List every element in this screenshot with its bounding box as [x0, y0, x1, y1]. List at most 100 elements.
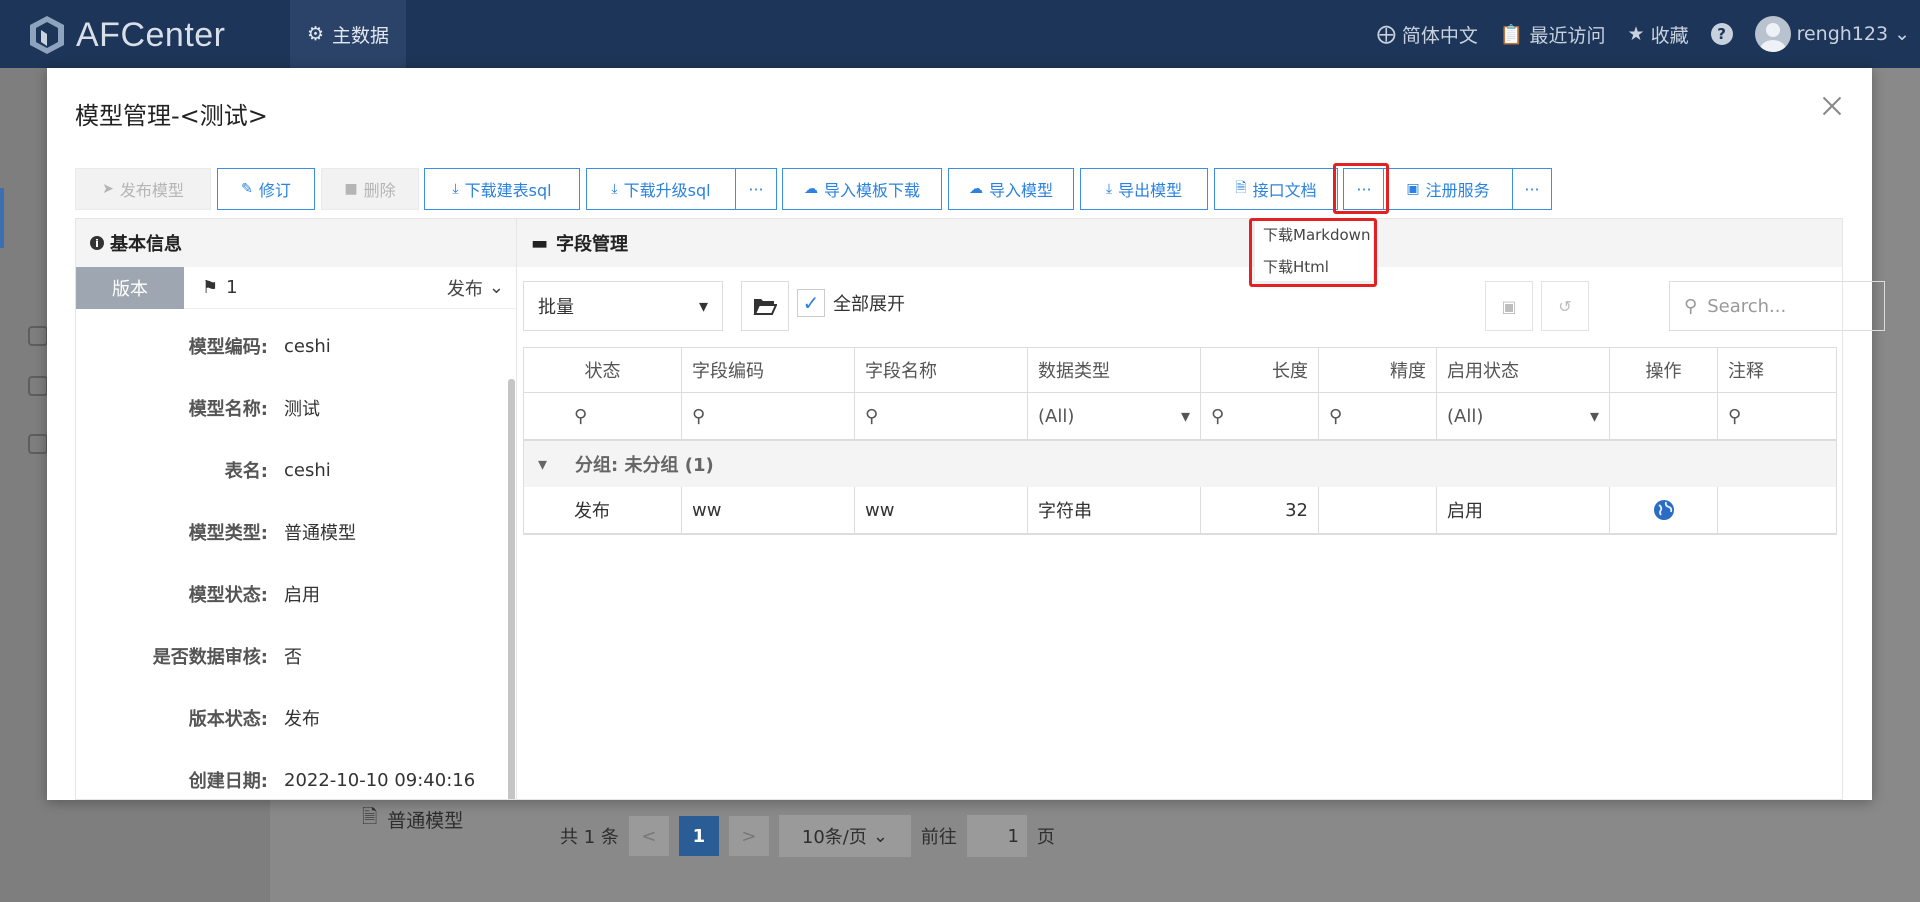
help-icon[interactable]: ? — [1710, 23, 1733, 45]
cell-action — [1610, 487, 1718, 533]
group-row[interactable]: ▾ 分组: 未分组 (1) — [524, 441, 1836, 487]
sliders-icon: ⚙ — [306, 23, 325, 45]
version-row: 版本 ⚑ 1 发布 ⌄ — [76, 266, 516, 309]
folder-open-icon — [753, 299, 777, 315]
column-header[interactable]: 长度 — [1201, 348, 1319, 392]
folder-open-button[interactable] — [741, 281, 789, 331]
field-value: 普通模型 — [284, 523, 356, 544]
table-row[interactable]: 发布 ww ww 字符串 32 启用 — [524, 487, 1836, 534]
download-icon: ⤓ — [1105, 181, 1113, 197]
field-label: 是否数据审核: — [152, 647, 268, 668]
topbar-right: ⨁ 简体中文 📋 最近访问 ★ 收藏 ? rengh123 ⌄ — [1377, 0, 1910, 68]
filter-note[interactable]: ⚲ — [1718, 393, 1836, 439]
favorites-label: 收藏 — [1650, 24, 1689, 47]
language-switcher[interactable]: ⨁ 简体中文 — [1377, 21, 1478, 48]
send-icon: ➤ — [102, 181, 114, 197]
favorites[interactable]: ★ 收藏 — [1628, 21, 1689, 48]
download-icon: ⤓ — [611, 181, 618, 197]
avatar — [1754, 16, 1791, 52]
column-header[interactable]: 字段编码 — [682, 348, 855, 392]
filter-data-type[interactable]: (All) ▾ — [1028, 393, 1201, 439]
download-create-sql-label: 下载建表sql — [464, 181, 552, 200]
nav-master-data[interactable]: ⚙ 主数据 — [290, 0, 406, 68]
column-header[interactable]: 状态 — [524, 348, 682, 392]
undo-button[interactable]: ↺ — [1541, 281, 1589, 331]
download-upgrade-sql-label: 下载升级sql — [623, 181, 711, 200]
column-header[interactable]: 注释 — [1718, 348, 1836, 392]
version-tab[interactable]: 版本 — [76, 266, 184, 309]
column-header[interactable]: 字段名称 — [855, 348, 1028, 392]
close-icon[interactable] — [1820, 94, 1844, 118]
pager-prev-button[interactable]: < — [628, 816, 669, 856]
checkbox-checked-icon[interactable]: ✓ — [797, 289, 825, 317]
pager-next-button[interactable]: > — [728, 816, 769, 856]
column-header[interactable]: 启用状态 — [1437, 348, 1610, 392]
pagination: 共 1 条 < 1 > 10条/页 ⌄ 前往 1 页 — [560, 815, 1055, 857]
logo-icon — [30, 16, 64, 54]
username: rengh123 — [1796, 23, 1889, 45]
undo-icon: ↺ — [1558, 296, 1572, 316]
field-label: 模型类型: — [188, 523, 268, 544]
flag-icon: ⚑ — [202, 277, 219, 298]
pager-goto-input[interactable]: 1 — [966, 815, 1027, 857]
field-row: 模型编码: ceshi — [76, 315, 516, 377]
batch-select[interactable]: 批量 ▾ — [523, 281, 723, 331]
field-value: 发布 — [284, 709, 320, 730]
save-button[interactable]: ▣ — [1485, 281, 1533, 331]
column-header[interactable]: 数据类型 — [1028, 348, 1201, 392]
filter-precision[interactable]: ⚲ — [1319, 393, 1437, 439]
left-panel-scrollbar[interactable] — [508, 379, 515, 799]
user-menu[interactable]: rengh123 ⌄ — [1754, 16, 1910, 52]
filter-name[interactable]: ⚲ — [855, 393, 1028, 439]
more-service-button[interactable]: ··· — [1512, 168, 1552, 210]
chevron-down-icon: ⌄ — [1894, 23, 1910, 45]
more-sql-button[interactable]: ··· — [735, 168, 777, 210]
api-doc-button[interactable]: 🗎 接口文档 — [1214, 168, 1338, 210]
search-icon: ⚲ — [574, 405, 588, 427]
filter-status[interactable]: ⚲ — [524, 393, 682, 439]
search-icon: ⚲ — [1684, 295, 1698, 317]
search-icon: ⚲ — [692, 405, 706, 427]
register-service-button[interactable]: ▣ 注册服务 — [1383, 168, 1513, 210]
publish-model-button[interactable]: ➤ 发布模型 — [75, 168, 211, 210]
filter-code[interactable]: ⚲ — [682, 393, 855, 439]
publish-model-label: 发布模型 — [119, 181, 184, 200]
search-icon: ⚲ — [865, 405, 879, 427]
version-status-value: 发布 — [446, 278, 483, 300]
delete-button[interactable]: ■ 删除 — [321, 168, 419, 210]
cloud-upload-icon: ☁ — [803, 181, 818, 197]
field-value: 否 — [284, 647, 302, 668]
grid-filter-row: ⚲ ⚲ ⚲ (All) ▾ ⚲ ⚲ (All) ▾ ⚲ — [524, 393, 1836, 441]
search-icon: ⚲ — [1211, 405, 1225, 427]
globe-icon[interactable] — [1653, 499, 1675, 521]
save-icon: ▣ — [1501, 296, 1517, 316]
field-label: 模型编码: — [188, 337, 268, 358]
pager-size-select[interactable]: 10条/页 ⌄ — [778, 815, 911, 857]
cell-code: ww — [682, 487, 855, 533]
filter-length[interactable]: ⚲ — [1201, 393, 1319, 439]
cell-status: 发布 — [524, 487, 682, 533]
column-header[interactable]: 精度 — [1319, 348, 1437, 392]
search-input[interactable]: ⚲ Search... — [1669, 281, 1885, 331]
version-status-select[interactable]: 发布 ⌄ — [447, 275, 516, 301]
export-model-button[interactable]: ⤓ 导出模型 — [1080, 168, 1208, 210]
recent-visits[interactable]: 📋 最近访问 — [1500, 21, 1606, 48]
import-template-download-button[interactable]: ☁ 导入模板下载 — [782, 168, 942, 210]
dialog-title: 模型管理-<测试> — [75, 102, 268, 130]
caret-down-icon: ▾ — [1589, 405, 1599, 427]
pager-total: 共 1 条 — [560, 827, 619, 848]
expand-all-toggle[interactable]: ✓ 全部展开 — [797, 289, 905, 317]
version-number-value: 1 — [226, 277, 238, 298]
filter-enable-status[interactable]: (All) ▾ — [1437, 393, 1610, 439]
download-upgrade-sql-button[interactable]: ⤓ 下载升级sql — [586, 168, 736, 210]
column-header[interactable]: 操作 — [1610, 348, 1718, 392]
app-logo[interactable]: AFCenter — [28, 14, 226, 56]
import-model-button[interactable]: ☁ 导入模型 — [948, 168, 1074, 210]
chevron-down-icon: ⌄ — [872, 825, 888, 847]
pager-page-suffix: 页 — [1036, 827, 1055, 848]
download-create-sql-button[interactable]: ⤓ 下载建表sql — [424, 168, 580, 210]
pager-current-page[interactable]: 1 — [678, 816, 719, 856]
background-tree-item[interactable]: 🗎 普通模型 — [362, 803, 463, 835]
revise-button[interactable]: ✎ 修订 — [217, 168, 315, 210]
filter-enable-status-value: (All) — [1447, 405, 1484, 427]
